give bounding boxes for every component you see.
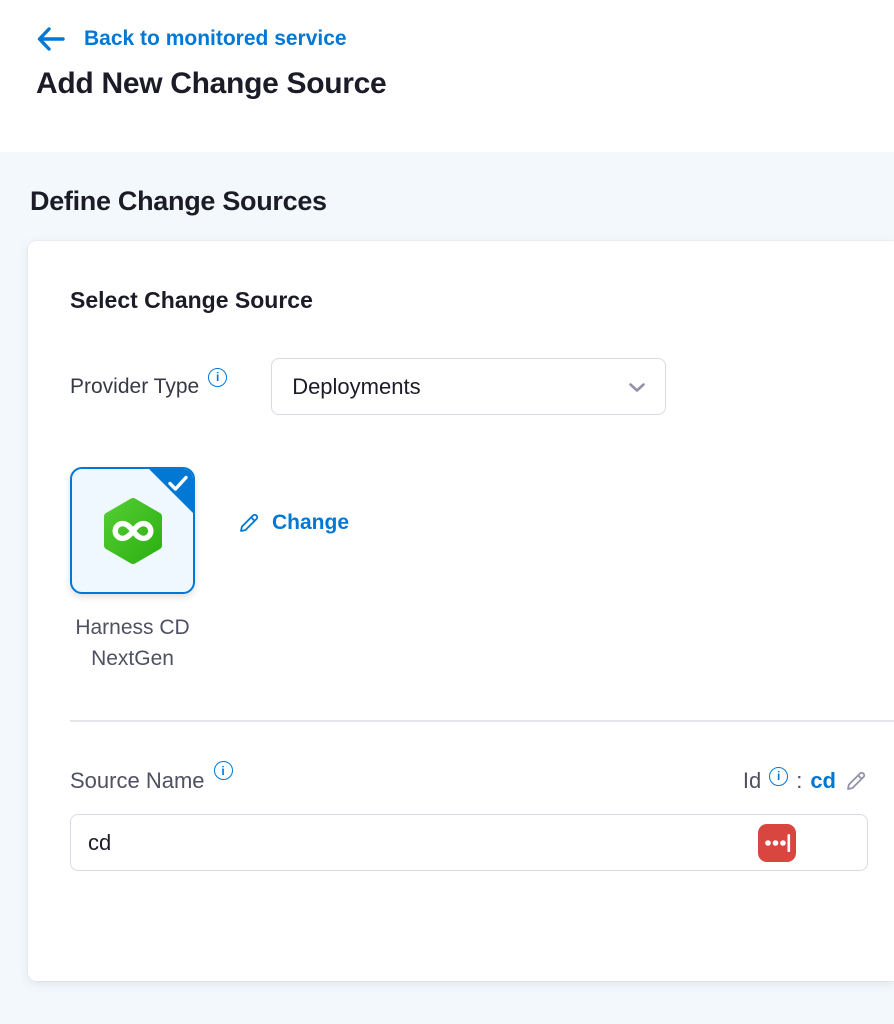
checkmark-icon [167, 474, 189, 492]
source-name-label: Source Name i [70, 768, 233, 794]
provider-type-label-text: Provider Type [70, 375, 199, 399]
change-source-card: Select Change Source Provider Type i Dep… [28, 241, 894, 981]
section-divider [70, 720, 894, 722]
provider-tile-column: Harness CD NextGen [70, 467, 195, 674]
identifier-group: Id i : cd [743, 768, 868, 794]
harness-cd-tile[interactable] [70, 467, 195, 594]
selected-source-row: Harness CD NextGen Change [70, 467, 868, 674]
info-icon[interactable]: i [214, 761, 233, 780]
provider-name-line2: NextGen [35, 643, 230, 674]
password-manager-autofill-icon[interactable] [757, 823, 797, 863]
id-separator: : [796, 768, 802, 794]
info-icon[interactable]: i [769, 767, 788, 786]
section-title: Define Change Sources [30, 186, 894, 217]
provider-type-selected-value: Deployments [292, 374, 420, 400]
change-link-label: Change [272, 511, 349, 535]
id-label: Id [743, 768, 761, 794]
provider-type-select[interactable]: Deployments [271, 358, 666, 415]
source-name-input[interactable] [70, 814, 868, 871]
card-title: Select Change Source [70, 287, 868, 314]
change-provider-link[interactable]: Change [237, 511, 349, 535]
back-navigation[interactable]: Back to monitored service [36, 26, 894, 52]
edit-id-pencil-icon[interactable] [844, 769, 868, 793]
provider-type-row: Provider Type i Deployments [70, 358, 868, 415]
page-header: Back to monitored service Add New Change… [0, 0, 894, 152]
source-name-label-text: Source Name [70, 768, 205, 794]
provider-name-line1: Harness CD [35, 612, 230, 643]
source-name-input-wrap [70, 814, 868, 871]
provider-type-label: Provider Type i [70, 375, 227, 399]
pencil-icon [237, 511, 261, 535]
define-change-sources-section: Define Change Sources Select Change Sour… [0, 186, 894, 981]
page-title: Add New Change Source [36, 67, 894, 101]
back-link[interactable]: Back to monitored service [84, 27, 347, 51]
chevron-down-icon [625, 375, 649, 399]
source-name-row: Source Name i Id i : cd [70, 768, 868, 794]
id-value: cd [810, 768, 836, 794]
info-icon[interactable]: i [208, 368, 227, 387]
back-arrow-icon[interactable] [36, 26, 66, 52]
provider-tile-label: Harness CD NextGen [35, 612, 230, 674]
